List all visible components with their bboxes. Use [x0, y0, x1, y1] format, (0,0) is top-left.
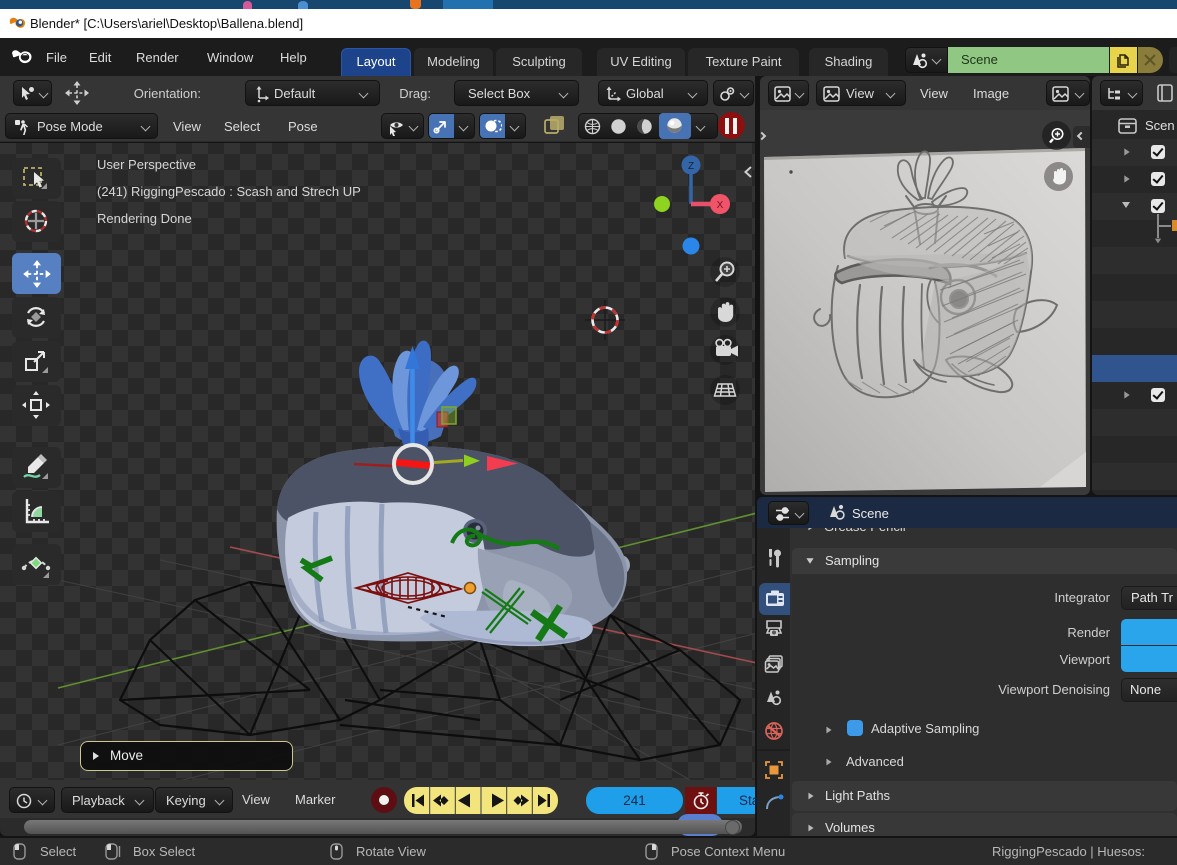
svg-text:X: X [717, 200, 724, 211]
svg-text:Z: Z [688, 161, 694, 172]
